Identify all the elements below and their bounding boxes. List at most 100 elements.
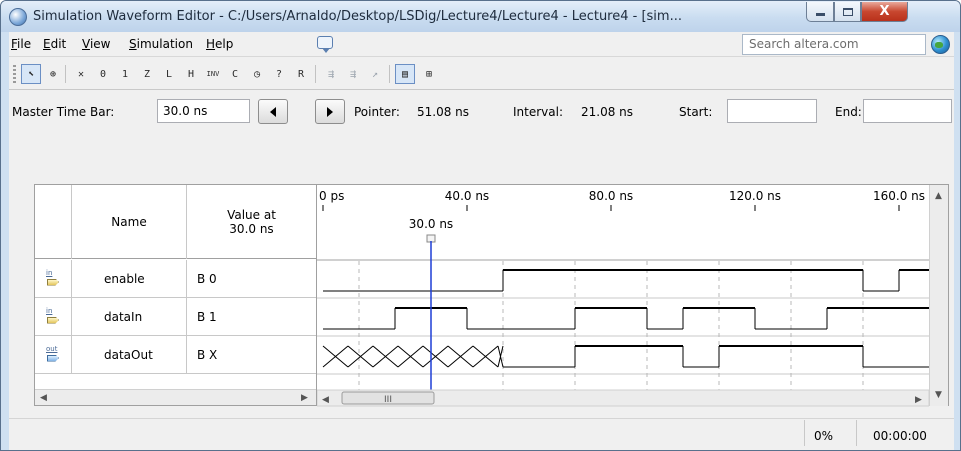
node-row-dataIn[interactable]: in dataIn B 1 (35, 298, 316, 336)
header-name[interactable]: Name (72, 185, 187, 259)
invert-icon[interactable]: INV (203, 64, 223, 84)
weak-low-icon[interactable]: L (159, 64, 179, 84)
status-bar (9, 418, 954, 450)
time-ruler-label: 80.0 ns (589, 189, 633, 203)
netlist-icon[interactable]: ↗ (365, 64, 385, 84)
pin-cell: out (35, 336, 72, 373)
grid-snap-icon[interactable]: ⊞ (419, 64, 439, 84)
pin-cell: in (35, 260, 72, 297)
master-time-bar-field[interactable]: 30.0 ns (157, 99, 250, 123)
toolbar-separator (65, 65, 66, 83)
simulation-waveform-editor-window: Simulation Waveform Editor - C:/Users/Ar… (0, 0, 961, 451)
waveform-main-pane: Name Value at 30.0 ns in enable B 0 in dataI… (9, 132, 954, 418)
previous-transition-button[interactable] (258, 99, 288, 124)
header-value-at-line1: Value at (227, 208, 276, 222)
timing-simulation-icon[interactable]: ⇶ (343, 64, 363, 84)
scroll-left-icon[interactable]: ◀ (40, 393, 47, 403)
high-impedance-icon[interactable]: Z (137, 64, 157, 84)
progress-percent: 0% (814, 429, 834, 443)
time-ruler-label: 0 ps (319, 189, 344, 203)
pin-cell: in (35, 298, 72, 335)
random-values-icon[interactable]: R (291, 64, 311, 84)
output-pin-icon: out (45, 345, 61, 364)
simulation-report-icon[interactable]: ▤ (395, 64, 415, 84)
close-button[interactable]: X (861, 2, 908, 22)
menu-bar: File Edit View Simulation Help Search al… (9, 32, 954, 57)
node-table: Name Value at 30.0 ns in enable B 0 in dataI… (34, 184, 317, 406)
waveform-vscroll[interactable]: ▲ ▼ (929, 185, 948, 406)
node-name[interactable]: enable (72, 260, 187, 297)
node-table-hscroll[interactable]: ◀ ▶ (35, 389, 316, 405)
scroll-up-icon[interactable]: ▲ (935, 191, 942, 201)
end-label: End: (835, 105, 862, 119)
feedback-icon[interactable] (317, 36, 333, 53)
waveform-toolbar: ⬉ ⊕ ✕ 0 1 Z L H INV C ◷? R ⇶ ⇶ ↗ ▤ ⊞ (9, 57, 954, 90)
scroll-right-icon[interactable]: ▶ (301, 393, 308, 403)
time-ruler-label: 160.0 ns (873, 189, 925, 203)
node-row-enable[interactable]: in enable B 0 (35, 260, 316, 298)
input-pin-icon: in (45, 307, 61, 326)
window-title: Simulation Waveform Editor - C:/Users/Ar… (33, 9, 682, 24)
pointer-value: 51.08 ns (417, 105, 470, 119)
close-icon: X (879, 4, 890, 19)
master-time-bar-label: Master Time Bar: (12, 105, 115, 119)
time-ruler-label: 40.0 ns (445, 189, 489, 203)
status-separator (804, 420, 805, 446)
waveform-hscroll-grip: III (384, 395, 392, 405)
header-value-at[interactable]: Value at 30.0 ns (187, 185, 316, 259)
title-bar[interactable]: Simulation Waveform Editor - C:/Users/Ar… (1, 1, 960, 32)
end-field[interactable] (863, 99, 952, 123)
arrow-left-icon (270, 106, 276, 117)
start-field[interactable] (727, 99, 817, 123)
minimize-button[interactable] (806, 2, 834, 22)
master-time-label: 30.0 ns (409, 217, 453, 231)
toolbar-separator (389, 65, 390, 83)
node-name[interactable]: dataIn (72, 298, 187, 335)
menu-simulation[interactable]: Simulation (129, 37, 193, 51)
menu-file[interactable]: File (11, 37, 31, 51)
scroll-left-icon: ◀ (322, 395, 329, 405)
interval-value: 21.08 ns (581, 105, 634, 119)
maximize-icon (842, 7, 853, 16)
menu-view[interactable]: View (82, 37, 110, 51)
node-name[interactable]: dataOut (72, 336, 187, 373)
arrow-right-icon (327, 106, 333, 117)
header-icon-column (35, 185, 72, 259)
time-ruler-label: 120.0 ns (729, 189, 781, 203)
zoom-tool-icon[interactable]: ⊕ (43, 64, 63, 84)
node-value: B 0 (197, 271, 217, 286)
weak-high-icon[interactable]: H (181, 64, 201, 84)
minimize-icon (815, 13, 825, 16)
waveform-svg[interactable]: 0 ps 40.0 ns 80.0 ns 120.0 ns 160.0 ns 30.0 n… (317, 185, 929, 407)
forcing-high-icon[interactable]: 1 (115, 64, 135, 84)
header-value-at-line2: 30.0 ns (229, 222, 274, 236)
waveform-panel: 0 ps 40.0 ns 80.0 ns 120.0 ns 160.0 ns 30.0 n… (317, 184, 949, 407)
maximize-button[interactable] (834, 2, 861, 22)
functional-simulation-icon[interactable]: ⇶ (321, 64, 341, 84)
scroll-right-icon: ▶ (915, 395, 922, 405)
count-value-icon[interactable]: C (225, 64, 245, 84)
pointer-label: Pointer: (354, 105, 400, 119)
start-label: Start: (679, 105, 713, 119)
input-pin-icon: in (45, 269, 61, 288)
next-transition-button[interactable] (315, 99, 345, 124)
menu-edit[interactable]: Edit (43, 37, 66, 51)
forcing-low-icon[interactable]: 0 (93, 64, 113, 84)
arbitrary-value-icon[interactable]: ? (269, 64, 289, 84)
status-separator (856, 420, 857, 446)
search-input[interactable]: Search altera.com (742, 34, 926, 55)
toolbar-grip[interactable] (13, 65, 16, 83)
menu-help[interactable]: Help (206, 37, 233, 51)
clock-icon[interactable]: ◷ (247, 64, 267, 84)
node-value: B X (197, 347, 218, 362)
master-time-handle (426, 234, 436, 243)
globe-icon[interactable] (931, 35, 950, 54)
interval-label: Interval: (513, 105, 563, 119)
elapsed-time: 00:00:00 (873, 429, 927, 443)
node-row-dataOut[interactable]: out dataOut B X (35, 336, 316, 374)
waveform-uninitialized-icon[interactable]: ✕ (71, 64, 91, 84)
node-value: B 1 (197, 309, 217, 324)
scroll-down-icon[interactable]: ▼ (935, 390, 942, 400)
selection-tool-icon[interactable]: ⬉ (21, 64, 41, 84)
quartus-app-icon (9, 8, 27, 26)
